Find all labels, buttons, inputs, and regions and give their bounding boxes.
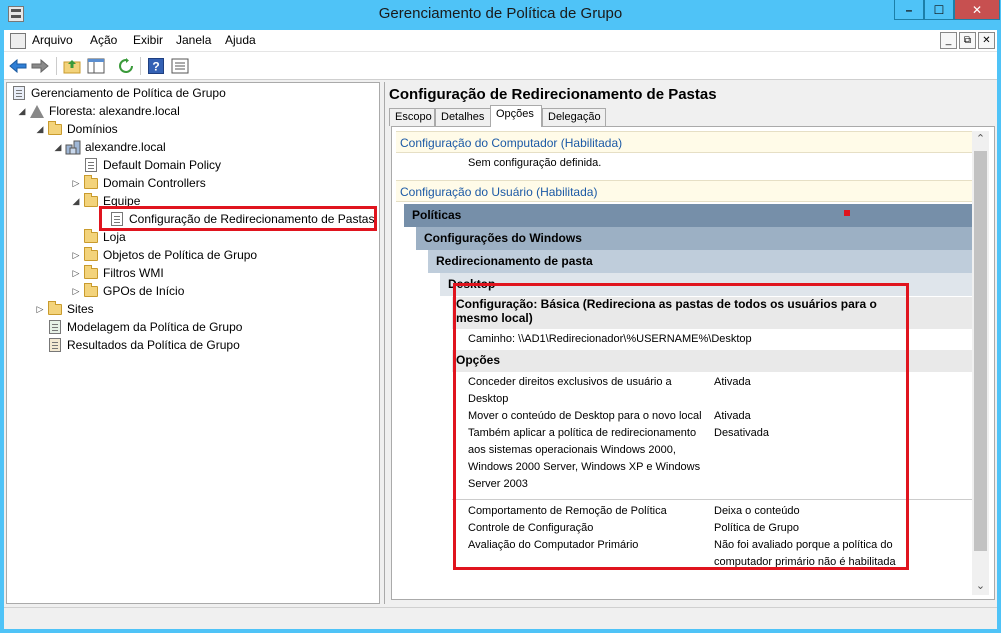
results-icon (47, 337, 63, 353)
collapsed-arrow-icon[interactable]: ▷ (71, 178, 81, 189)
tree-item-label: alexandre.local (85, 140, 166, 154)
child-restore-button[interactable]: ⧉ (959, 32, 976, 49)
window-title: Gerenciamento de Política de Grupo (378, 5, 623, 22)
tree-item-gpo-objects[interactable]: ▷ Objetos de Política de Grupo (71, 246, 257, 264)
toolbar-separator (140, 57, 141, 75)
tree-item-label: Domain Controllers (103, 176, 206, 190)
menu-ajuda[interactable]: Ajuda (225, 33, 256, 47)
modeling-icon (47, 319, 63, 335)
console-tree: Gerenciamento de Política de Grupo ◢ Flo… (6, 82, 380, 604)
tree-item-sites[interactable]: ▷ Sites (35, 300, 94, 318)
red-marker (844, 210, 850, 216)
scroll-thumb[interactable] (974, 151, 987, 551)
collapsed-arrow-icon[interactable]: ▷ (35, 304, 45, 315)
expanded-arrow-icon[interactable]: ◢ (53, 142, 63, 153)
folder-icon (83, 192, 99, 209)
tree-item-label: Filtros WMI (103, 266, 164, 280)
maximize-button[interactable]: ☐ (924, 0, 954, 20)
gpm-root-icon (11, 85, 27, 101)
refresh-icon[interactable] (116, 56, 136, 76)
properties-icon[interactable] (170, 56, 190, 76)
close-button[interactable]: ✕ (954, 0, 1000, 20)
expanded-arrow-icon[interactable]: ◢ (17, 106, 27, 117)
scroll-up-icon[interactable]: ⌃ (972, 131, 989, 148)
tree-item-label: Modelagem da Política de Grupo (67, 320, 243, 334)
up-folder-icon[interactable] (62, 56, 82, 76)
tree-item-label: Floresta: alexandre.local (49, 104, 180, 118)
collapsed-arrow-icon[interactable]: ▷ (71, 268, 81, 279)
forest-icon (29, 103, 45, 119)
back-arrow-icon[interactable] (8, 56, 28, 76)
tree-item-domains[interactable]: ◢ Domínios (35, 120, 118, 138)
tree-item-domain-controllers[interactable]: ▷ Domain Controllers (71, 174, 206, 192)
tree-item-label: Loja (103, 230, 126, 244)
tab-panel: Configuração do Computador (Habilitada) … (391, 126, 995, 600)
computer-config-header[interactable]: Configuração do Computador (Habilitada) (396, 131, 972, 153)
policies-band[interactable]: Políticas (404, 204, 972, 227)
tree-item-label: Gerenciamento de Política de Grupo (31, 86, 226, 100)
tree-item-loja[interactable]: Loja (83, 228, 126, 246)
page-title: Configuração de Redirecionamento de Past… (389, 86, 717, 103)
collapsed-arrow-icon[interactable]: ▷ (71, 286, 81, 297)
tree-item-wmi-filters[interactable]: ▷ Filtros WMI (71, 264, 164, 282)
gpo-link-icon (83, 157, 99, 173)
tree-item-label: Objetos de Política de Grupo (103, 248, 258, 262)
menu-exibir[interactable]: Exibir (133, 33, 163, 47)
tab-detalhes[interactable]: Detalhes (435, 108, 491, 126)
desktop-settings-highlight-box (453, 283, 909, 570)
tree-item-gp-modeling[interactable]: Modelagem da Política de Grupo (47, 318, 242, 336)
child-close-button[interactable]: ✕ (978, 32, 995, 49)
tree-item-default-domain-policy[interactable]: Default Domain Policy (83, 156, 221, 174)
minimize-button[interactable]: – (894, 0, 924, 20)
tree-item-label: Default Domain Policy (103, 158, 222, 172)
folder-icon (83, 264, 99, 281)
tree-item-forest[interactable]: ◢ Floresta: alexandre.local (17, 102, 180, 120)
folder-icon (83, 174, 99, 191)
tree-item-label: GPOs de Início (103, 284, 185, 298)
folder-icon (83, 246, 99, 263)
menu-arquivo[interactable]: Arquivo (32, 33, 73, 47)
tab-opcoes[interactable]: Opções (490, 105, 542, 127)
console-icon[interactable] (10, 33, 26, 49)
toolbar-separator (56, 57, 57, 75)
domain-icon (65, 139, 81, 155)
results-pane: Configuração de Redirecionamento de Past… (384, 82, 997, 604)
tree-item-gp-results[interactable]: Resultados da Política de Grupo (47, 336, 240, 354)
help-icon[interactable]: ? (146, 56, 166, 76)
mmc-client: Arquivo Ação Exibir Janela Ajuda _ ⧉ ✕ ? (4, 30, 997, 629)
user-config-header[interactable]: Configuração do Usuário (Habilitada) (396, 180, 972, 202)
status-bar (4, 607, 997, 629)
folder-redirection-band[interactable]: Redirecionamento de pasta (428, 250, 972, 273)
collapsed-arrow-icon[interactable]: ▷ (71, 250, 81, 261)
menu-acao[interactable]: Ação (90, 33, 117, 47)
tree-item-label: Domínios (67, 122, 118, 136)
tree-item-starter-gpos[interactable]: ▷ GPOs de Início (71, 282, 184, 300)
tree-item-domain[interactable]: ◢ alexandre.local (53, 138, 166, 156)
scroll-down-icon[interactable]: ⌄ (972, 578, 989, 595)
tree-item-gpm-root[interactable]: Gerenciamento de Política de Grupo (11, 84, 226, 102)
folder-icon (83, 228, 99, 245)
title-bar: Gerenciamento de Política de Grupo – ☐ ✕ (0, 0, 1001, 30)
tab-escopo[interactable]: Escopo (389, 108, 435, 126)
tree-item-label: Sites (67, 302, 94, 316)
tree-item-label: Resultados da Política de Grupo (67, 338, 240, 352)
menu-bar: Arquivo Ação Exibir Janela Ajuda _ ⧉ ✕ (4, 30, 997, 52)
forward-arrow-icon[interactable] (30, 56, 50, 76)
toolbar: ? (4, 52, 997, 80)
settings-report: Configuração do Computador (Habilitada) … (396, 131, 972, 595)
folder-icon (83, 282, 99, 299)
windows-settings-band[interactable]: Configurações do Windows (416, 227, 972, 250)
folder-icon (47, 120, 63, 137)
menu-janela[interactable]: Janela (176, 33, 211, 47)
computer-config-none: Sem configuração definida. (468, 157, 602, 169)
selection-highlight-box (99, 206, 377, 231)
show-hide-tree-icon[interactable] (86, 56, 106, 76)
tab-delegacao[interactable]: Delegação (542, 108, 606, 126)
vertical-scrollbar[interactable]: ⌃ ⌄ (972, 131, 989, 595)
svg-text:?: ? (152, 60, 159, 74)
child-minimize-button[interactable]: _ (940, 32, 957, 49)
expanded-arrow-icon[interactable]: ◢ (71, 196, 81, 207)
sites-icon (47, 300, 63, 317)
expanded-arrow-icon[interactable]: ◢ (35, 124, 45, 135)
